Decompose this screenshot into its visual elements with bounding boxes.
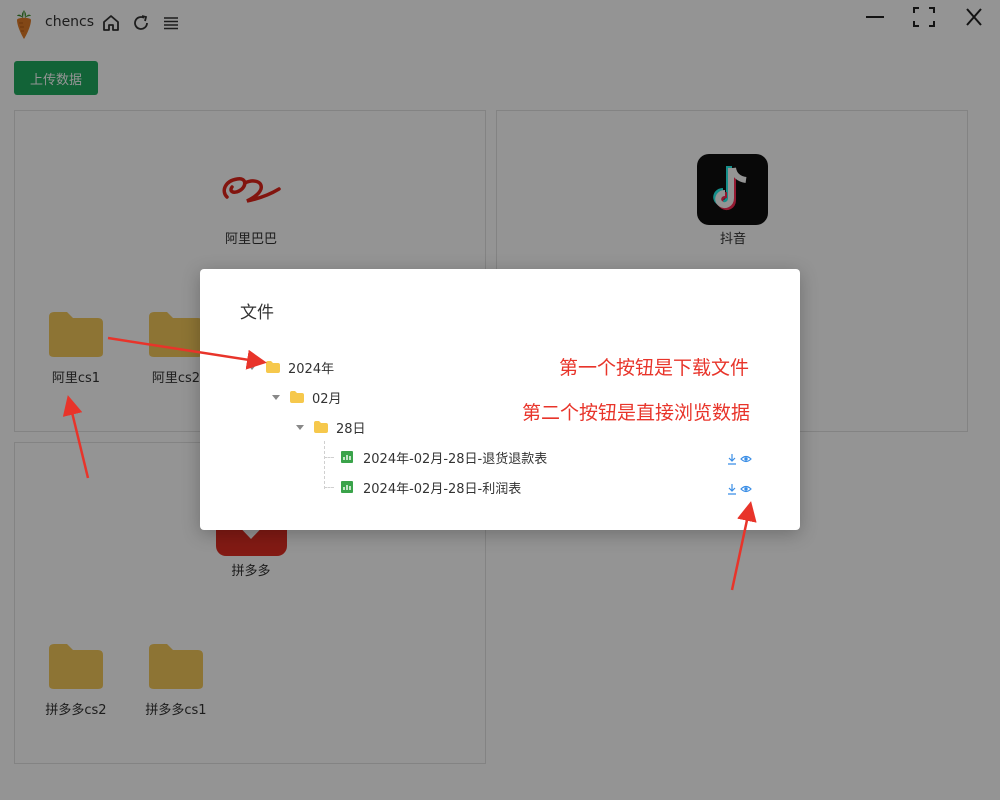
tree-file-row[interactable]: 2024年-02月-28日-退货退款表 [341, 445, 547, 469]
tree-guide-line [324, 457, 334, 458]
tree-node-label: 02月 [312, 391, 342, 407]
tree-file-row[interactable]: 2024年-02月-28日-利润表 [341, 475, 521, 499]
excel-file-icon [341, 481, 353, 493]
folder-icon [266, 361, 280, 373]
tree-node-year[interactable]: 2024年 [246, 355, 334, 379]
caret-down-icon[interactable] [270, 391, 282, 403]
caret-down-icon[interactable] [246, 361, 258, 373]
download-icon[interactable] [726, 483, 738, 495]
tree-guide-line [324, 487, 334, 488]
download-icon[interactable] [726, 453, 738, 465]
excel-file-icon [341, 451, 353, 463]
view-icon[interactable] [740, 453, 752, 465]
tree-node-month[interactable]: 02月 [270, 385, 342, 409]
tree-node-label: 28日 [336, 421, 366, 437]
file-name: 2024年-02月-28日-利润表 [363, 481, 522, 497]
annotation-note-view: 第二个按钮是直接浏览数据 [522, 402, 751, 424]
annotation-note-download: 第一个按钮是下载文件 [559, 357, 750, 379]
folder-icon [314, 421, 328, 433]
file-name: 2024年-02月-28日-退货退款表 [363, 451, 548, 467]
modal-title: 文件 [240, 303, 274, 323]
file-modal: 文件 2024年 02月 28日 2024年-02月-28日-退货退款表 202… [200, 269, 800, 530]
tree-node-label: 2024年 [288, 361, 335, 377]
tree-node-day[interactable]: 28日 [294, 415, 366, 439]
view-icon[interactable] [740, 483, 752, 495]
tree-guide-line [324, 441, 325, 489]
folder-icon [290, 391, 304, 403]
caret-down-icon[interactable] [294, 421, 306, 433]
